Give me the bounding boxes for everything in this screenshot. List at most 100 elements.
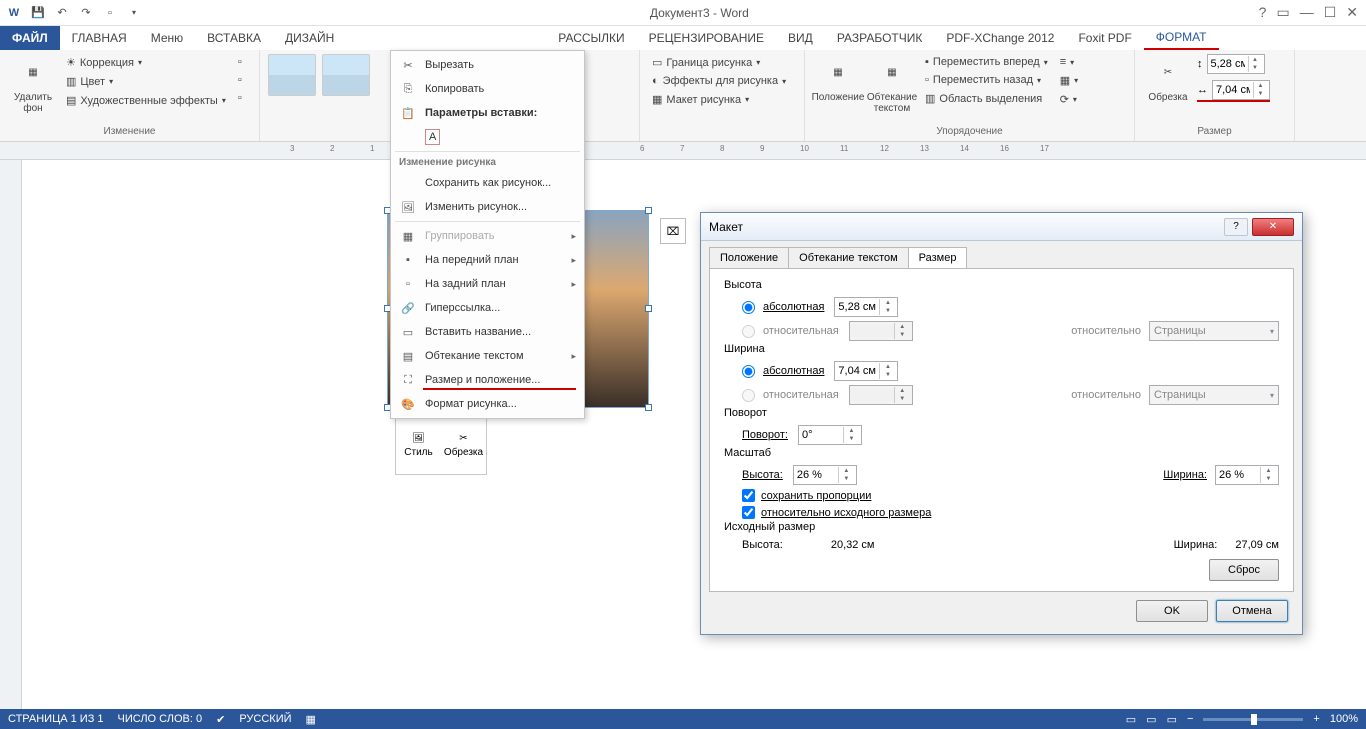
tab-menu[interactable]: Меню bbox=[139, 26, 195, 50]
qat-dropdown-icon[interactable]: ▾ bbox=[126, 5, 142, 21]
status-page[interactable]: СТРАНИЦА 1 ИЗ 1 bbox=[8, 713, 104, 725]
status-zoom[interactable]: 100% bbox=[1330, 713, 1358, 725]
corrections-button[interactable]: ☀Коррекция▾ bbox=[62, 54, 230, 71]
tab-file[interactable]: ФАЙЛ bbox=[0, 26, 60, 50]
status-words[interactable]: ЧИСЛО СЛОВ: 0 bbox=[118, 713, 203, 725]
macros-icon[interactable]: ▦ bbox=[306, 713, 316, 726]
height-spinner[interactable]: ▲▼ bbox=[1207, 54, 1265, 74]
width-input[interactable] bbox=[1213, 84, 1253, 96]
redo-icon[interactable]: ↷ bbox=[78, 5, 94, 21]
lock-chk[interactable] bbox=[742, 489, 755, 502]
position-button[interactable]: ▦Положение bbox=[813, 54, 863, 105]
compress-button[interactable]: ▫ bbox=[234, 54, 246, 70]
maximize-icon[interactable]: ☐ bbox=[1324, 4, 1337, 21]
zoom-out-icon[interactable]: − bbox=[1187, 713, 1193, 725]
relorig-chk[interactable] bbox=[742, 506, 755, 519]
group-button[interactable]: ▦▾ bbox=[1056, 72, 1082, 89]
crop-button[interactable]: ✂Обрезка bbox=[1143, 54, 1193, 105]
dtab-wrap[interactable]: Обтекание текстом bbox=[788, 247, 909, 268]
spellcheck-icon[interactable]: ✔ bbox=[216, 713, 225, 726]
ctx-save-as-picture[interactable]: Сохранить как рисунок... bbox=[391, 171, 584, 195]
wrap-text-button[interactable]: ▦Обтекание текстом bbox=[867, 54, 917, 116]
undo-icon[interactable]: ↶ bbox=[54, 5, 70, 21]
dialog-help-button[interactable]: ? bbox=[1224, 218, 1248, 236]
height-input[interactable] bbox=[1208, 58, 1248, 70]
tab-review[interactable]: РЕЦЕНЗИРОВАНИЕ bbox=[637, 26, 776, 50]
picture-layout-button[interactable]: ▦Макет рисунка▾ bbox=[648, 91, 796, 108]
picture-effects-button[interactable]: ◐Эффекты для рисунка▾ bbox=[648, 73, 796, 89]
lock-label[interactable]: сохранить пропорции bbox=[761, 490, 871, 502]
ok-button[interactable]: OK bbox=[1136, 600, 1208, 622]
ribbon-options-icon[interactable]: ▭ bbox=[1276, 4, 1289, 21]
color-button[interactable]: ▥Цвет▾ bbox=[62, 73, 230, 90]
style-thumb-1[interactable] bbox=[268, 54, 316, 96]
reset-button[interactable]: Сброс bbox=[1209, 559, 1279, 581]
tab-pdfx[interactable]: PDF-XChange 2012 bbox=[934, 26, 1066, 50]
ctx-change-picture[interactable]: 🖼Изменить рисунок... bbox=[391, 195, 584, 219]
tab-view[interactable]: ВИД bbox=[776, 26, 825, 50]
save-icon[interactable]: 💾 bbox=[30, 5, 46, 21]
ctx-paste-options[interactable]: 📋Параметры вставки: bbox=[391, 101, 584, 125]
ctx-format-picture[interactable]: 🎨Формат рисунка... bbox=[391, 392, 584, 416]
width-abs-input[interactable] bbox=[835, 365, 879, 377]
ctx-insert-caption[interactable]: ▭Вставить название... bbox=[391, 320, 584, 344]
relative-original-checkbox[interactable]: относительно исходного размера bbox=[724, 504, 1279, 521]
dtab-size[interactable]: Размер bbox=[908, 247, 968, 268]
new-icon[interactable]: ▫ bbox=[102, 5, 118, 21]
layout-options-button[interactable]: ⌧ bbox=[660, 218, 686, 244]
view-print-icon[interactable]: ▭ bbox=[1146, 713, 1156, 726]
cancel-button[interactable]: Отмена bbox=[1216, 600, 1288, 622]
rotate-button[interactable]: ⟳▾ bbox=[1056, 91, 1082, 108]
width-spinner[interactable]: ▲▼ bbox=[1212, 80, 1270, 100]
minimize-icon[interactable]: — bbox=[1300, 4, 1314, 21]
lock-aspect-checkbox[interactable]: сохранить пропорции bbox=[724, 487, 1279, 504]
width-abs-label[interactable]: абсолютная bbox=[763, 365, 824, 377]
horizontal-ruler[interactable]: 3 2 1 6 7 8 9 10 11 12 13 14 16 17 bbox=[0, 142, 1366, 160]
tab-design[interactable]: ДИЗАЙН bbox=[273, 26, 346, 50]
ctx-paste-opt-1[interactable]: A bbox=[391, 125, 584, 149]
ctx-size-and-position[interactable]: ⛶Размер и положение... bbox=[391, 368, 584, 392]
tab-insert[interactable]: ВСТАВКА bbox=[195, 26, 273, 50]
help-icon[interactable]: ? bbox=[1259, 4, 1267, 21]
ctx-hyperlink[interactable]: 🔗Гиперссылка... bbox=[391, 296, 584, 320]
scale-h-spinner[interactable]: ▲▼ bbox=[793, 465, 857, 485]
send-backward-button[interactable]: ▫Переместить назад▾ bbox=[921, 72, 1052, 88]
dialog-titlebar[interactable]: Макет ? ✕ bbox=[701, 213, 1302, 241]
width-abs-spinner[interactable]: ▲▼ bbox=[834, 361, 898, 381]
relorig-label[interactable]: относительно исходного размера bbox=[761, 507, 931, 519]
dtab-position[interactable]: Положение bbox=[709, 247, 789, 268]
status-lang[interactable]: РУССКИЙ bbox=[239, 713, 291, 725]
ctx-bring-to-front[interactable]: ▪На передний план▸ bbox=[391, 248, 584, 272]
mini-style-button[interactable]: 🖼Стиль bbox=[396, 416, 441, 474]
height-abs-input[interactable] bbox=[835, 301, 879, 313]
scale-w-spinner[interactable]: ▲▼ bbox=[1215, 465, 1279, 485]
picture-border-button[interactable]: ▭Граница рисунка▾ bbox=[648, 54, 796, 71]
ctx-send-to-back[interactable]: ▫На задний план▸ bbox=[391, 272, 584, 296]
ctx-wrap-text[interactable]: ▤Обтекание текстом▸ bbox=[391, 344, 584, 368]
scale-h-input[interactable] bbox=[794, 469, 838, 481]
width-abs-radio[interactable] bbox=[742, 365, 755, 378]
view-web-icon[interactable]: ▭ bbox=[1167, 713, 1177, 726]
height-abs-radio[interactable] bbox=[742, 301, 755, 314]
reset-picture-button[interactable]: ▫ bbox=[234, 90, 246, 106]
tab-mailings[interactable]: РАССЫЛКИ bbox=[546, 26, 636, 50]
tab-foxit[interactable]: Foxit PDF bbox=[1066, 26, 1143, 50]
ctx-copy[interactable]: ⎘Копировать bbox=[391, 77, 584, 101]
height-abs-spinner[interactable]: ▲▼ bbox=[834, 297, 898, 317]
style-thumb-2[interactable] bbox=[322, 54, 370, 96]
close-icon[interactable]: ✕ bbox=[1346, 4, 1358, 21]
remove-background-button[interactable]: ▦ Удалить фон bbox=[8, 54, 58, 116]
rotate-spinner[interactable]: ▲▼ bbox=[798, 425, 862, 445]
scale-w-input[interactable] bbox=[1216, 469, 1260, 481]
tab-format[interactable]: ФОРМАТ bbox=[1144, 26, 1219, 50]
view-read-icon[interactable]: ▭ bbox=[1126, 713, 1136, 726]
rotate-input[interactable] bbox=[799, 429, 843, 441]
change-picture-button[interactable]: ▫ bbox=[234, 72, 246, 88]
align-button[interactable]: ≡▾ bbox=[1056, 54, 1082, 70]
bring-forward-button[interactable]: ▪Переместить вперед▾ bbox=[921, 54, 1052, 70]
selection-pane-button[interactable]: ▥Область выделения bbox=[921, 90, 1052, 107]
artistic-effects-button[interactable]: ▤Художественные эффекты▾ bbox=[62, 92, 230, 109]
ctx-cut[interactable]: ✂Вырезать bbox=[391, 53, 584, 77]
zoom-in-icon[interactable]: + bbox=[1313, 713, 1319, 725]
tab-developer[interactable]: РАЗРАБОТЧИК bbox=[825, 26, 935, 50]
